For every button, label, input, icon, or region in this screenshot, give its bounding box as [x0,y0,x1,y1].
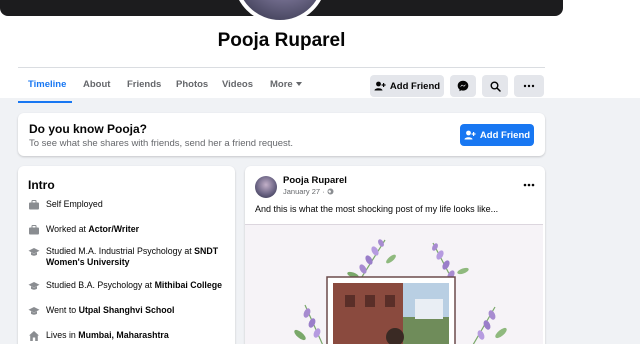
tab-more[interactable]: More [270,79,302,90]
lavender-sprig-left [347,239,396,281]
intro-item-school: Went to Utpal Shanghvi School [28,305,174,317]
tab-friends[interactable]: Friends [127,79,161,90]
add-friend-icon [374,81,386,91]
intro-item-text: Studied B.A. Psychology at Mithibai Coll… [46,280,222,292]
active-tab-indicator [18,101,72,103]
intro-item-prefix: Studied B.A. Psychology at [46,280,155,290]
intro-item-link[interactable]: Mithibai College [155,280,222,290]
graduation-cap-icon [28,282,40,290]
lavender-sprig-bottom-left [294,304,323,344]
post-date[interactable]: January 27 · [283,187,327,196]
intro-item-prefix: Worked at [46,224,89,234]
tab-timeline[interactable]: Timeline [28,79,66,90]
post-card: Pooja Ruparel January 27 · And this is w… [245,166,545,344]
search-icon [490,81,501,92]
post-image[interactable] [245,224,543,344]
intro-item-link[interactable]: Actor/Writer [88,224,139,234]
profile-name: Pooja Ruparel [217,30,346,51]
profile-header: Pooja Ruparel Timeline About Friends Pho… [0,0,640,103]
intro-item-text: Lives in Mumbai, Maharashtra [46,330,169,342]
intro-item-link[interactable]: Utpal Shanghvi School [79,305,175,315]
tab-more-label: More [270,79,293,90]
post-text: And this is what the most shocking post … [255,204,499,214]
intro-item-prefix: Lives in [46,330,79,340]
intro-card: Intro Self Employed Worked at Actor/Writ… [18,166,235,344]
add-friend-button[interactable]: Add Friend [370,75,444,97]
ellipsis-icon [523,84,535,88]
suggestion-button-label: Add Friend [479,129,531,141]
intro-item-text: Went to Utpal Shanghvi School [46,305,174,317]
search-button[interactable] [482,75,508,97]
add-friend-label: Add Friend [389,80,441,92]
intro-title: Intro [28,178,55,192]
floral-frame-photo [294,239,507,344]
globe-icon [327,188,334,195]
intro-item-work: Self Employed [28,199,103,211]
photo-frame [326,276,456,344]
post-author[interactable]: Pooja Ruparel [283,175,347,186]
intro-item-location: Lives in Mumbai, Maharashtra [28,330,169,342]
suggestion-add-friend-button[interactable]: Add Friend [460,124,534,146]
intro-item-text: Studied M.A. Industrial Psychology at SN… [46,246,228,268]
graduation-cap-icon [28,248,40,256]
intro-item-text: Self Employed [46,199,103,209]
home-icon [29,331,39,341]
suggestion-title: Do you know Pooja? [29,122,148,136]
post-options-button[interactable] [523,176,535,190]
tab-photos[interactable]: Photos [176,79,208,90]
friend-suggestion-card: Do you know Pooja? To see what she share… [18,113,545,156]
more-options-button[interactable] [514,75,544,97]
tab-videos[interactable]: Videos [222,79,253,90]
graduation-cap-icon [28,307,40,315]
intro-item-prefix: Went to [46,305,79,315]
intro-item-education-ma: Studied M.A. Industrial Psychology at SN… [28,246,228,268]
suggestion-subtitle: To see what she shares with friends, sen… [29,138,294,149]
tab-about[interactable]: About [83,79,110,90]
messenger-icon [457,80,469,92]
chevron-down-icon [295,82,302,87]
intro-item-education-ba: Studied B.A. Psychology at Mithibai Coll… [28,280,222,292]
message-button[interactable] [450,75,476,97]
tabs-divider [18,67,545,68]
post-meta: January 27 · [283,187,334,196]
avatar[interactable] [255,176,277,198]
intro-item-workplace: Worked at Actor/Writer [28,224,139,236]
intro-item-prefix: Studied M.A. Industrial Psychology at [46,246,195,256]
add-friend-icon [464,130,476,140]
intro-item-link[interactable]: Mumbai, Maharashtra [78,330,168,340]
intro-item-text: Worked at Actor/Writer [46,224,139,236]
briefcase-icon [29,225,39,235]
briefcase-icon [29,200,39,210]
ellipsis-icon [523,183,535,187]
lavender-sprig-bottom-right [472,306,507,344]
